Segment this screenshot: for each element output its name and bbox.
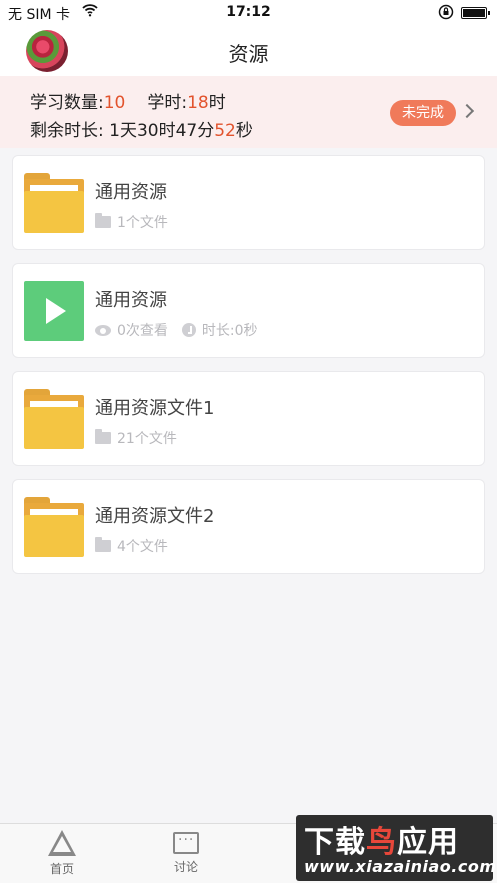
- clock-icon: [181, 323, 196, 337]
- resource-meta: 4个文件: [95, 536, 168, 556]
- hours-value: 18: [187, 93, 209, 113]
- folder-icon: [24, 173, 84, 233]
- resource-meta: 1个文件: [95, 212, 168, 232]
- remaining-seconds: 52: [214, 121, 236, 141]
- small-folder-icon: [95, 429, 111, 444]
- resource-name: 通用资源文件2: [95, 506, 215, 527]
- remaining-label: 剩余时长: 1天30时47分: [30, 121, 215, 141]
- video-play-icon: [24, 281, 84, 341]
- resource-meta: 0次查看 时长:0秒: [95, 320, 272, 340]
- count-value: 10: [103, 93, 126, 113]
- rotation-lock-icon: [438, 4, 454, 24]
- small-folder-icon: [95, 537, 111, 552]
- study-summary[interactable]: 学习数量:10 学时:18时 剩余时长: 1天30时47分52秒 未完成: [0, 76, 497, 148]
- battery-icon: [461, 7, 490, 19]
- resource-card-1[interactable]: 通用资源 1个文件: [12, 155, 485, 250]
- tab-home[interactable]: 首页: [32, 830, 92, 877]
- resource-name: 通用资源: [95, 182, 167, 203]
- view-count: 0次查看: [117, 323, 168, 339]
- eye-icon: [95, 325, 111, 336]
- count-label: 学习数量:: [30, 93, 104, 113]
- file-count: 4个文件: [117, 539, 168, 555]
- folder-icon: [24, 389, 84, 449]
- resource-card-3[interactable]: 通用资源文件1 21个文件: [12, 371, 485, 466]
- duration: 时长:0秒: [201, 323, 258, 339]
- resource-name: 通用资源: [95, 290, 167, 311]
- resource-meta: 21个文件: [95, 428, 177, 448]
- summary-line-1: 学习数量:10 学时:18时: [30, 88, 226, 113]
- tab-label: 讨论: [173, 860, 198, 874]
- hours-unit: 时: [208, 93, 226, 113]
- clock-time: 17:12: [226, 4, 271, 20]
- page-title: 资源: [228, 42, 269, 66]
- folder-icon: [24, 497, 84, 557]
- hours-label: 学时:: [147, 93, 188, 113]
- tab-discussion[interactable]: 讨论: [156, 830, 216, 875]
- status-bar: 无 SIM 卡 17:12: [0, 0, 497, 26]
- summary-line-2: 剩余时长: 1天30时47分52秒: [30, 116, 253, 141]
- nav-bar: 资源: [0, 26, 497, 76]
- small-folder-icon: [95, 213, 111, 228]
- tab-label: 首页: [49, 862, 74, 876]
- status-badge[interactable]: 未完成: [390, 100, 456, 126]
- chevron-right-icon[interactable]: [459, 103, 475, 119]
- resource-name: 通用资源文件1: [95, 398, 215, 419]
- file-count: 21个文件: [117, 431, 177, 447]
- remaining-unit: 秒: [235, 121, 253, 141]
- watermark-logo: 下载鸟应用 www.xiazainiao.com: [296, 815, 496, 881]
- file-count: 1个文件: [117, 215, 168, 231]
- home-icon: [48, 830, 76, 856]
- resource-card-2[interactable]: 通用资源 0次查看 时长:0秒: [12, 263, 485, 358]
- discussion-icon: [173, 832, 199, 854]
- resource-card-4[interactable]: 通用资源文件2 4个文件: [12, 479, 485, 574]
